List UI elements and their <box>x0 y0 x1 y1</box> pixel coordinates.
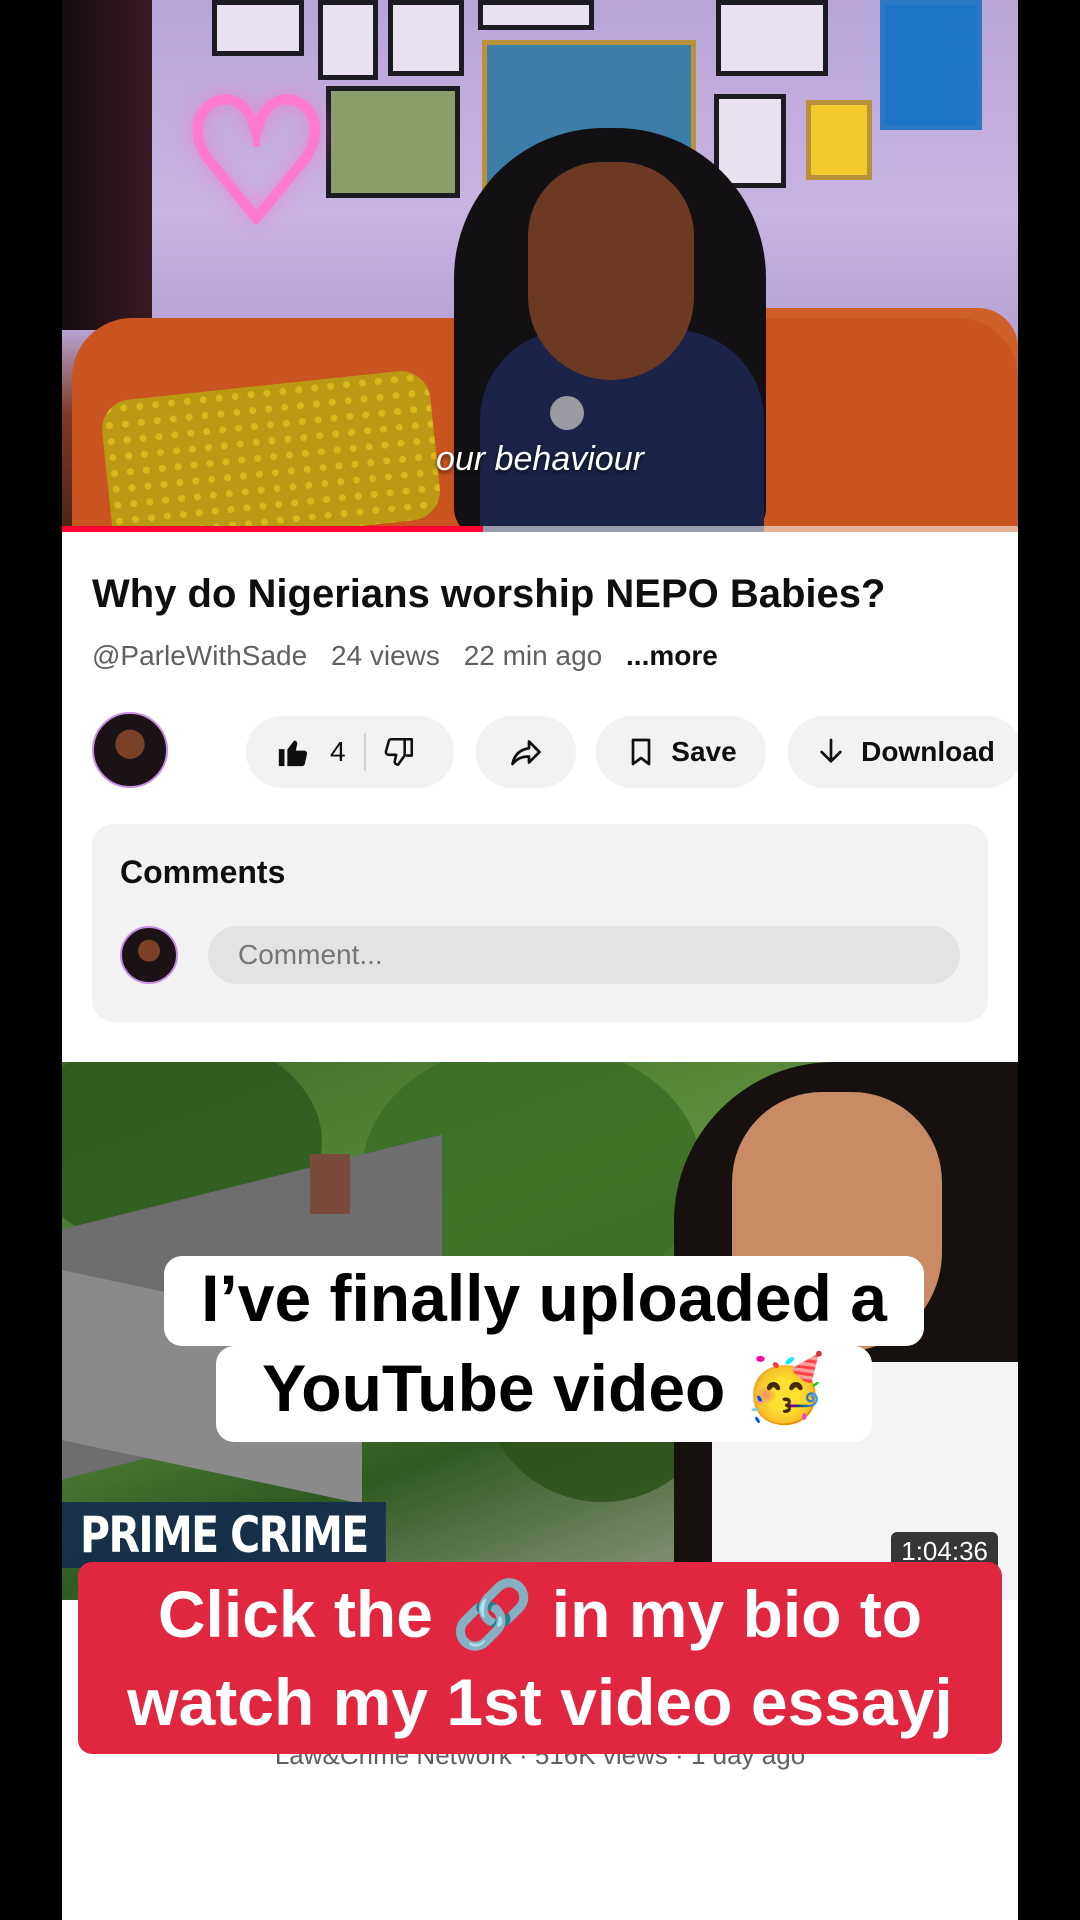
overlay-caption-line2: YouTube video 🥳 <box>216 1346 872 1442</box>
chimney <box>310 1154 350 1214</box>
curtain <box>62 0 152 330</box>
overlay-caption-line1: I’ve finally uploaded a <box>164 1256 924 1346</box>
upload-age: 22 min ago <box>463 640 603 671</box>
download-label: Download <box>861 736 995 767</box>
thumbs-up-icon[interactable] <box>276 735 310 769</box>
share-button[interactable] <box>476 716 576 788</box>
bookmark-icon <box>625 735 657 769</box>
wall-frame <box>806 100 872 180</box>
wall-frame <box>212 0 304 56</box>
thumbs-down-icon[interactable] <box>382 735 416 769</box>
save-label: Save <box>671 736 737 767</box>
like-dislike-group: 4 <box>246 716 454 788</box>
banner-line2: watch my 1st video essayj <box>127 1665 953 1739</box>
presenter-face <box>528 162 694 380</box>
microphone <box>550 396 584 430</box>
divider <box>363 733 366 771</box>
wall-frame <box>388 0 464 76</box>
wall-frame <box>478 0 594 30</box>
download-button[interactable]: Download <box>788 716 1018 788</box>
more-link[interactable]: ...more <box>626 640 718 671</box>
wall-frame <box>880 0 982 130</box>
like-count: 4 <box>330 736 346 767</box>
user-avatar <box>120 926 178 984</box>
view-count: 24 views <box>330 640 440 671</box>
channel-handle[interactable]: @ParleWithSade <box>92 640 307 671</box>
video-caption: our behaviour <box>436 440 644 478</box>
action-bar: 4 Save Download <box>92 712 1018 788</box>
video-meta[interactable]: @ParleWithSade 24 views 22 min ago ...mo… <box>92 640 734 672</box>
comments-section[interactable]: Comments <box>92 824 988 1022</box>
video-title[interactable]: Why do Nigerians worship NEPO Babies? <box>92 572 885 617</box>
banner-line1: Click the 🔗 in my bio to <box>157 1577 923 1651</box>
wall-frame <box>716 0 828 76</box>
comment-input[interactable] <box>208 926 960 984</box>
wall-frame <box>326 86 460 198</box>
download-icon <box>815 735 847 769</box>
save-button[interactable]: Save <box>596 716 766 788</box>
channel-avatar[interactable] <box>92 712 168 788</box>
bio-link-banner: Click the 🔗 in my bio to watch my 1st vi… <box>78 1562 1002 1754</box>
video-info-panel: Why do Nigerians worship NEPO Babies? @P… <box>62 532 1018 1062</box>
comments-title: Comments <box>120 854 286 890</box>
neon-heart-icon: ♡ <box>177 64 335 262</box>
prime-crime-badge: PRIME CRIME <box>62 1502 386 1568</box>
video-player[interactable]: ♡ our behaviour <box>62 0 1018 532</box>
share-icon <box>508 734 544 770</box>
